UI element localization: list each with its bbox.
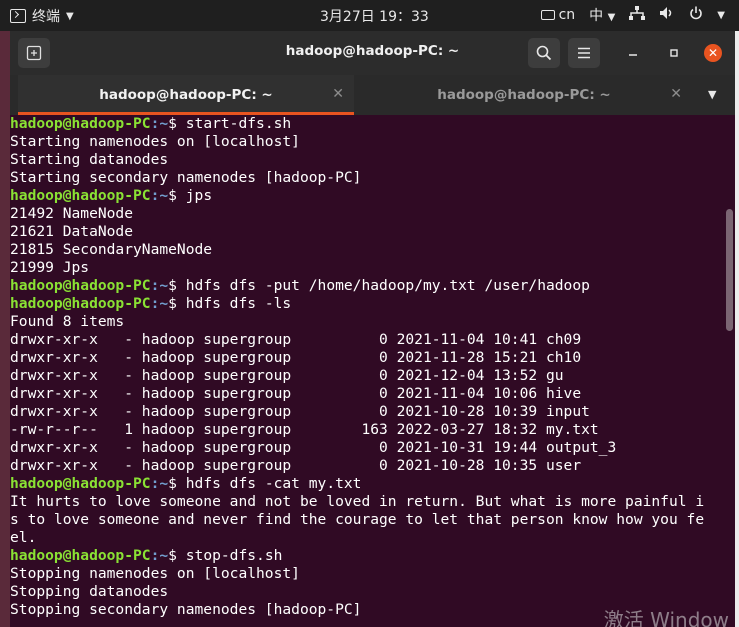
command-text: hdfs dfs -ls bbox=[185, 295, 292, 312]
tab-1[interactable]: hadoop@hadoop-PC: ~ ✕ bbox=[18, 75, 354, 115]
keyboard-icon bbox=[540, 10, 555, 20]
activation-watermark: 激活 Window bbox=[603, 608, 729, 627]
close-tab-icon[interactable]: ✕ bbox=[670, 86, 682, 102]
tab-2[interactable]: hadoop@hadoop-PC: ~ ✕ bbox=[356, 75, 692, 115]
output-line: Stopping namenodes on [localhost] bbox=[10, 565, 300, 582]
command-line: hadoop@hadoop-PC:~$ hdfs dfs -cat my.txt bbox=[10, 475, 723, 493]
tab-label: hadoop@hadoop-PC: ~ bbox=[437, 87, 611, 103]
prompt-user: hadoop@hadoop-PC bbox=[10, 547, 151, 564]
command-line: hadoop@hadoop-PC:~$ hdfs dfs -ls bbox=[10, 295, 723, 313]
output-line: 21999 Jps bbox=[10, 259, 90, 276]
minimize-icon bbox=[629, 54, 637, 56]
caret-down-icon[interactable]: ▼ bbox=[717, 10, 725, 21]
volume-icon[interactable] bbox=[659, 6, 675, 24]
caret-down-icon: ▼ bbox=[66, 10, 74, 22]
prompt-user: hadoop@hadoop-PC bbox=[10, 295, 151, 312]
keyboard-layout-label: cn bbox=[558, 7, 576, 23]
close-button[interactable]: ✕ bbox=[704, 44, 722, 62]
command-text: start-dfs.sh bbox=[185, 115, 292, 132]
output-line: It hurts to love someone and not be love… bbox=[10, 493, 705, 510]
prompt-path: :~ bbox=[150, 475, 169, 492]
network-icon[interactable] bbox=[629, 6, 646, 24]
output-line: drwxr-xr-x - hadoop supergroup 0 2021-10… bbox=[10, 457, 582, 474]
command-line: hadoop@hadoop-PC:~$ stop-dfs.sh bbox=[10, 547, 723, 565]
hamburger-icon bbox=[578, 47, 590, 59]
prompt-suffix: $ bbox=[168, 277, 186, 294]
output-line: -rw-r--r-- 1 hadoop supergroup 163 2022-… bbox=[10, 421, 599, 438]
prompt-user: hadoop@hadoop-PC bbox=[10, 475, 151, 492]
activities-label: 终端 bbox=[32, 9, 60, 25]
command-text: jps bbox=[185, 187, 213, 204]
prompt-suffix: $ bbox=[168, 295, 186, 312]
command-line: hadoop@hadoop-PC:~$ jps bbox=[10, 187, 723, 205]
prompt-path: :~ bbox=[150, 277, 169, 294]
output-line: drwxr-xr-x - hadoop supergroup 0 2021-10… bbox=[10, 403, 590, 420]
output-line: drwxr-xr-x - hadoop supergroup 0 2021-11… bbox=[10, 331, 582, 348]
prompt-suffix: $ bbox=[168, 115, 186, 132]
minimize-button[interactable] bbox=[624, 44, 642, 62]
output-line: Starting secondary namenodes [hadoop-PC] bbox=[10, 169, 362, 186]
command-line: hadoop@hadoop-PC:~$ hdfs dfs -put /home/… bbox=[10, 277, 723, 295]
output-line: 21621 DataNode bbox=[10, 223, 134, 240]
prompt-suffix: $ bbox=[168, 547, 186, 564]
command-line: hadoop@hadoop-PC:~$ start-dfs.sh bbox=[10, 115, 723, 133]
maximize-icon bbox=[670, 49, 678, 57]
system-tray: cn 中 ▼ ▼ bbox=[540, 5, 725, 25]
caret-down-icon: ▼ bbox=[607, 12, 616, 23]
prompt-user: hadoop@hadoop-PC bbox=[10, 115, 151, 132]
scrollbar[interactable] bbox=[726, 209, 733, 331]
tab-bar: hadoop@hadoop-PC: ~ ✕ hadoop@hadoop-PC: … bbox=[10, 75, 735, 115]
close-icon: ✕ bbox=[707, 46, 719, 60]
hamburger-menu-button[interactable] bbox=[568, 38, 600, 68]
prompt-path: :~ bbox=[150, 187, 169, 204]
command-text: hdfs dfs -put /home/hadoop/my.txt /user/… bbox=[185, 277, 590, 294]
close-tab-icon[interactable]: ✕ bbox=[332, 86, 344, 102]
prompt-suffix: $ bbox=[168, 187, 186, 204]
output-line: drwxr-xr-x - hadoop supergroup 0 2021-11… bbox=[10, 385, 582, 402]
output-line: s to love someone and never find the cou… bbox=[10, 511, 705, 528]
output-line: Starting datanodes bbox=[10, 151, 169, 168]
input-method[interactable]: 中 ▼ bbox=[589, 5, 615, 25]
power-icon[interactable] bbox=[689, 6, 703, 24]
desktop-background bbox=[0, 31, 10, 627]
window-title-bar[interactable]: hadoop@hadoop-PC: ~ ✕ bbox=[10, 31, 735, 75]
command-text: hdfs dfs -cat my.txt bbox=[185, 475, 362, 492]
command-text: stop-dfs.sh bbox=[185, 547, 283, 564]
output-line: Starting namenodes on [localhost] bbox=[10, 133, 300, 150]
prompt-path: :~ bbox=[150, 115, 169, 132]
output-line: 21815 SecondaryNameNode bbox=[10, 241, 213, 258]
prompt-path: :~ bbox=[150, 295, 169, 312]
prompt-user: hadoop@hadoop-PC bbox=[10, 187, 151, 204]
system-top-bar: 终端 ▼ 3月27日 19：33 cn 中 ▼ ▼ bbox=[0, 0, 739, 31]
maximize-button[interactable] bbox=[665, 44, 683, 62]
output-line: Found 8 items bbox=[10, 313, 125, 330]
output-line: el. bbox=[10, 529, 37, 546]
search-button[interactable] bbox=[528, 38, 560, 68]
tab-label: hadoop@hadoop-PC: ~ bbox=[99, 87, 273, 103]
terminal-output[interactable]: hadoop@hadoop-PC:~$ start-dfs.sh Starting… bbox=[10, 115, 723, 627]
output-line: Stopping datanodes bbox=[10, 583, 169, 600]
activities-menu[interactable]: 终端 ▼ bbox=[10, 6, 74, 26]
keyboard-layout[interactable]: cn bbox=[540, 7, 576, 23]
output-line: 21492 NameNode bbox=[10, 205, 134, 222]
prompt-suffix: $ bbox=[168, 475, 186, 492]
output-line: drwxr-xr-x - hadoop supergroup 0 2021-12… bbox=[10, 367, 564, 384]
desktop-background-right bbox=[735, 31, 739, 627]
output-line: drwxr-xr-x - hadoop supergroup 0 2021-10… bbox=[10, 439, 617, 456]
prompt-user: hadoop@hadoop-PC bbox=[10, 277, 151, 294]
tabs-menu-chevron-icon[interactable]: ▼ bbox=[708, 88, 716, 101]
terminal-window: hadoop@hadoop-PC: ~ ✕ hadoop@hadoop-PC: … bbox=[10, 31, 735, 627]
output-line: drwxr-xr-x - hadoop supergroup 0 2021-11… bbox=[10, 349, 582, 366]
terminal-icon bbox=[10, 9, 26, 23]
clock[interactable]: 3月27日 19：33 bbox=[320, 6, 429, 26]
search-icon bbox=[536, 45, 552, 61]
input-method-label: 中 bbox=[589, 8, 604, 24]
prompt-path: :~ bbox=[150, 547, 169, 564]
